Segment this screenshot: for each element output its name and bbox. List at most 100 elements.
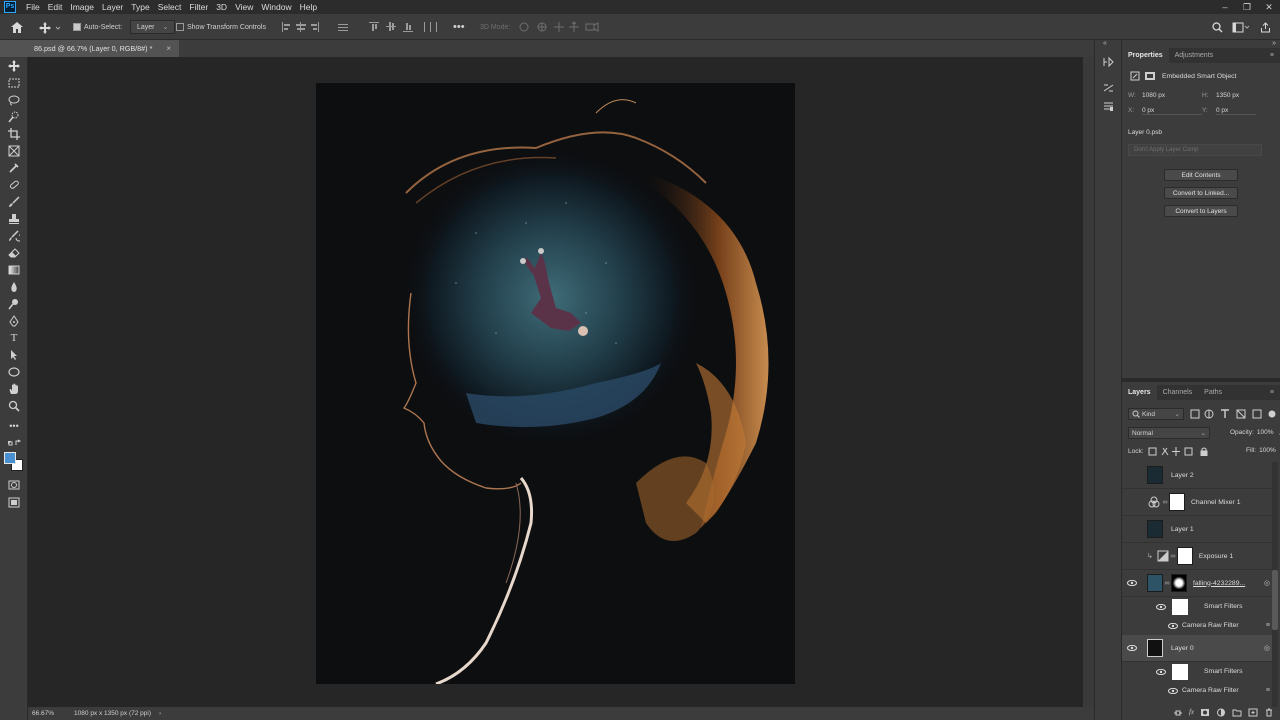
- layer-comp-dropdown[interactable]: Don't Apply Layer Comp: [1128, 144, 1262, 156]
- dodge-tool-icon[interactable]: [6, 297, 22, 311]
- status-menu-icon[interactable]: ›: [159, 710, 161, 717]
- camera-raw-filter-row[interactable]: Camera Raw Filter ≡: [1122, 616, 1272, 635]
- opacity-field[interactable]: 100%: [1257, 429, 1274, 437]
- filter-name[interactable]: Camera Raw Filter: [1182, 687, 1239, 694]
- visibility-toggle-off[interactable]: [1125, 489, 1139, 516]
- x-field[interactable]: 0 px: [1142, 107, 1202, 115]
- layer-name[interactable]: Layer 2: [1171, 472, 1194, 479]
- eye-icon[interactable]: [1168, 687, 1178, 694]
- eye-icon[interactable]: [1156, 603, 1166, 610]
- y-field[interactable]: 0 px: [1216, 107, 1256, 115]
- eye-icon[interactable]: [1168, 622, 1178, 629]
- eraser-tool-icon[interactable]: [6, 246, 22, 260]
- zoom-level[interactable]: 66.67%: [32, 710, 54, 717]
- smart-filter-toggle-icon[interactable]: ◎: [1264, 644, 1270, 652]
- path-selection-tool-icon[interactable]: [6, 348, 22, 362]
- edit-contents-button[interactable]: Edit Contents: [1164, 169, 1238, 181]
- collapse-panels-icon[interactable]: «: [1103, 40, 1107, 47]
- canvas-workspace[interactable]: [28, 57, 1094, 707]
- tab-properties[interactable]: Properties: [1122, 48, 1169, 63]
- layer-row-exposure-1[interactable]: ↳ ∞ Exposure 1: [1122, 543, 1272, 570]
- tab-paths[interactable]: Paths: [1198, 385, 1228, 400]
- menu-layer[interactable]: Layer: [98, 0, 127, 14]
- tab-channels[interactable]: Channels: [1157, 385, 1199, 400]
- smart-filters-row[interactable]: Smart Filters: [1122, 597, 1272, 616]
- hand-tool-icon[interactable]: [6, 382, 22, 396]
- eyedropper-tool-icon[interactable]: [6, 161, 22, 175]
- layer-name[interactable]: Channel Mixer 1: [1191, 499, 1241, 506]
- brush-tool-icon[interactable]: [6, 195, 22, 209]
- eye-icon[interactable]: [1125, 570, 1139, 597]
- height-field[interactable]: 1350 px: [1216, 92, 1239, 99]
- convert-to-linked-button[interactable]: Convert to Linked...: [1164, 187, 1238, 199]
- layer-row-channel-mixer-1[interactable]: ∞ Channel Mixer 1: [1122, 489, 1272, 516]
- fx-icon[interactable]: fx: [1189, 708, 1194, 716]
- tab-close-icon[interactable]: ×: [166, 44, 171, 53]
- convert-to-layers-button[interactable]: Convert to Layers: [1164, 205, 1238, 217]
- menu-filter[interactable]: Filter: [185, 0, 212, 14]
- lock-icons[interactable]: [1148, 447, 1212, 456]
- filter-options-icon[interactable]: ≡: [1266, 622, 1270, 629]
- menu-type[interactable]: Type: [127, 0, 153, 14]
- visibility-toggle-off[interactable]: [1125, 462, 1139, 489]
- move-tool-icon[interactable]: [6, 59, 22, 73]
- width-field[interactable]: 1080 px: [1142, 92, 1202, 99]
- document-tab[interactable]: 86.psd @ 66.7% (Layer 0, RGB/8#) * ×: [28, 40, 180, 57]
- eye-icon[interactable]: [1156, 668, 1166, 675]
- fill-field[interactable]: 100%: [1259, 447, 1276, 454]
- new-group-icon[interactable]: [1232, 708, 1242, 717]
- adjustment-layer-icon[interactable]: [1216, 708, 1226, 717]
- link-icon[interactable]: ∞: [1161, 499, 1169, 506]
- search-icon[interactable]: [1212, 14, 1223, 40]
- align-icons[interactable]: [280, 14, 356, 40]
- layer-row-layer-2[interactable]: Layer 2: [1122, 462, 1272, 489]
- adjustments-panel-icon[interactable]: [1102, 82, 1115, 94]
- layers-scrollbar[interactable]: [1272, 462, 1278, 707]
- menu-file[interactable]: File: [22, 0, 44, 14]
- layer-name[interactable]: Layer 0: [1171, 645, 1194, 652]
- menu-image[interactable]: Image: [66, 0, 98, 14]
- history-brush-tool-icon[interactable]: [6, 229, 22, 243]
- healing-brush-tool-icon[interactable]: [6, 178, 22, 192]
- menu-3d[interactable]: 3D: [212, 0, 231, 14]
- filter-options-icon[interactable]: ≡: [1266, 687, 1270, 694]
- link-icon[interactable]: ∞: [1163, 580, 1171, 587]
- document-canvas[interactable]: [316, 83, 795, 684]
- auto-select-target-dropdown[interactable]: Layer ⌄: [130, 20, 176, 34]
- auto-select-checkbox[interactable]: [73, 23, 81, 31]
- minimize-icon[interactable]: –: [1214, 0, 1236, 14]
- menu-select[interactable]: Select: [154, 0, 186, 14]
- add-mask-icon[interactable]: [1200, 708, 1210, 717]
- new-layer-icon[interactable]: [1248, 708, 1258, 717]
- blend-mode-dropdown[interactable]: Normal ⌄: [1128, 427, 1210, 439]
- ellipse-tool-icon[interactable]: [6, 365, 22, 379]
- link-icon[interactable]: ∞: [1169, 553, 1177, 560]
- type-tool-icon[interactable]: T: [6, 331, 22, 345]
- menu-help[interactable]: Help: [296, 0, 321, 14]
- libraries-panel-icon[interactable]: [1102, 100, 1115, 112]
- home-icon[interactable]: [10, 14, 24, 40]
- lasso-tool-icon[interactable]: [6, 93, 22, 107]
- layer-name[interactable]: Exposure 1: [1199, 553, 1233, 560]
- zoom-tool-icon[interactable]: [6, 399, 22, 413]
- menu-edit[interactable]: Edit: [44, 0, 67, 14]
- smart-filters-row[interactable]: Smart Filters: [1122, 662, 1272, 681]
- canvas-scrollbar[interactable]: [1083, 57, 1094, 707]
- layers-menu-icon[interactable]: ≡: [1264, 385, 1280, 400]
- distribute-icons[interactable]: [368, 14, 442, 40]
- show-transform-checkbox[interactable]: [176, 23, 184, 31]
- camera-raw-filter-row[interactable]: Camera Raw Filter ≡: [1122, 681, 1272, 700]
- move-tool-preset-icon[interactable]: [38, 14, 62, 40]
- link-layers-icon[interactable]: [1173, 708, 1183, 717]
- visibility-toggle-off[interactable]: [1125, 543, 1139, 570]
- edit-toolbar-icon[interactable]: •••: [6, 419, 22, 433]
- pen-tool-icon[interactable]: [6, 314, 22, 328]
- layer-filter-icons[interactable]: [1190, 409, 1276, 419]
- smart-filter-toggle-icon[interactable]: ◎: [1264, 579, 1270, 587]
- blur-tool-icon[interactable]: [6, 280, 22, 294]
- layer-row-layer-0-selected[interactable]: Layer 0 ◎: [1122, 635, 1272, 662]
- menu-window[interactable]: Window: [257, 0, 295, 14]
- tab-adjustments[interactable]: Adjustments: [1169, 48, 1220, 63]
- eye-icon[interactable]: [1125, 635, 1139, 662]
- layer-name[interactable]: falling-4232289...: [1193, 580, 1245, 587]
